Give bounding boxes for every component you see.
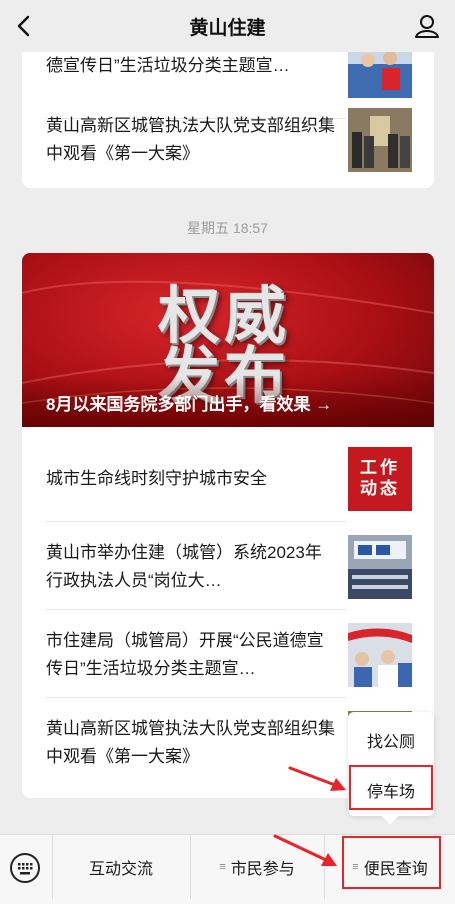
divider xyxy=(46,609,346,610)
list-item[interactable]: 市住建局（城管局）开展“公民道德宣传日”生活垃圾分类主题宣… xyxy=(46,611,412,699)
tab-label: 互动交流 xyxy=(88,861,153,878)
article-thumbnail: 工作动态 xyxy=(348,447,412,511)
divider xyxy=(46,697,346,698)
thumbnail-label: 工作动态 xyxy=(360,458,400,498)
article-title: 黄山高新区城管执法大队党支部组织集中观看《第一大案》 xyxy=(46,719,335,766)
highlight-box-parking xyxy=(349,765,433,810)
article-title: 黄山市举办住建（城管）系统2023年行政执法人员“岗位大… xyxy=(46,543,322,590)
tab-label: 市民参与 xyxy=(230,861,295,878)
article-title: 德宣传日”生活垃圾分类主题宣… xyxy=(46,56,290,75)
tab-interaction[interactable]: 互动交流 xyxy=(53,835,189,899)
menu-item-find-toilet[interactable]: 找公厕 xyxy=(348,720,434,760)
back-icon[interactable] xyxy=(10,12,38,40)
keyboard-icon[interactable] xyxy=(8,851,42,885)
nav-bar: 黄山住建 xyxy=(0,0,455,52)
page-title: 黄山住建 xyxy=(189,17,266,39)
menu-lines-icon: ≡ xyxy=(219,861,226,873)
article-title: 黄山高新区城管执法大队党支部组织集中观看《第一大案》 xyxy=(46,116,335,163)
tab-citizen-participation[interactable]: ≡ 市民参与 xyxy=(191,835,323,899)
article-title: 市住建局（城管局）开展“公民道德宣传日”生活垃圾分类主题宣… xyxy=(46,631,324,678)
highlight-box-public-services xyxy=(342,836,441,889)
article-title: 城市生命线时刻守护城市安全 xyxy=(46,469,267,488)
banner-image[interactable]: 权威 发布 8月以来国务院多部门出手，看效果 → xyxy=(22,253,434,427)
article-card-previous: 德宣传日”生活垃圾分类主题宣… 黄山高新区城管执法大队党支部组织集中观看《第一大… xyxy=(22,40,434,188)
list-item[interactable]: 黄山高新区城管执法大队党支部组织集中观看《第一大案》 xyxy=(46,96,412,184)
profile-icon[interactable] xyxy=(413,12,441,40)
article-thumbnail xyxy=(348,108,412,172)
message-timestamp: 星期五 18:57 xyxy=(187,220,268,236)
article-thumbnail xyxy=(348,623,412,687)
list-item[interactable]: 黄山市举办住建（城管）系统2023年行政执法人员“岗位大… xyxy=(46,523,412,611)
divider xyxy=(46,521,346,522)
list-item[interactable]: 城市生命线时刻守护城市安全 工作动态 xyxy=(46,435,412,523)
article-thumbnail xyxy=(348,535,412,599)
banner-caption: 8月以来国务院多部门出手，看效果 → xyxy=(46,395,333,414)
